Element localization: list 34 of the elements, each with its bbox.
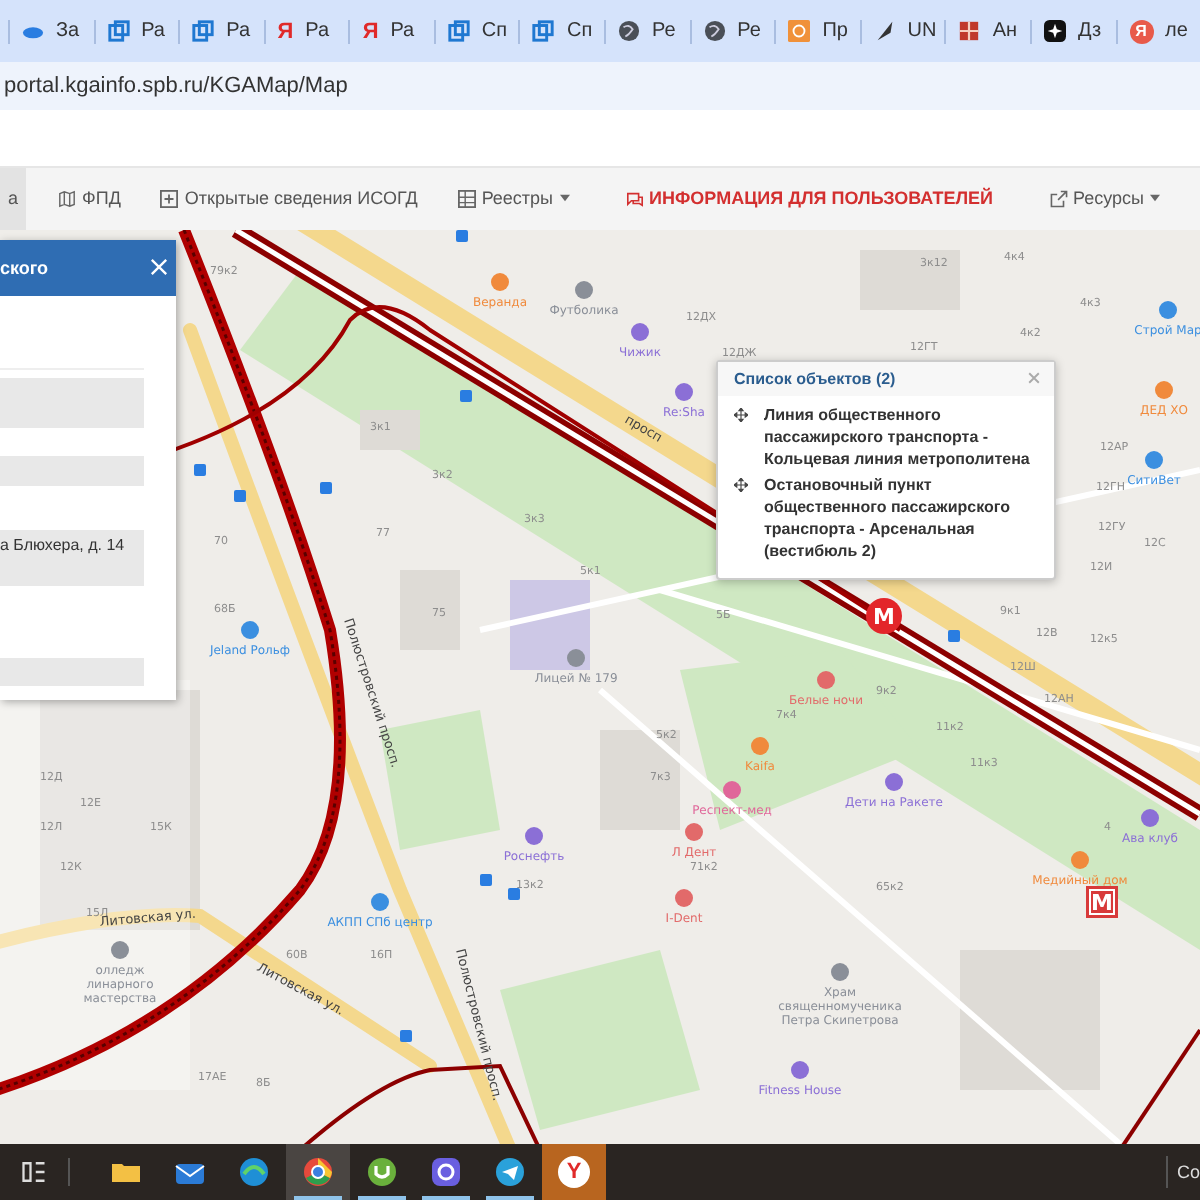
- browser-tab[interactable]: Ан: [944, 19, 1030, 44]
- text-field[interactable]: а Блюхера, д. 14: [0, 529, 144, 586]
- browser-tab[interactable]: Ре: [604, 19, 690, 44]
- browser-tab[interactable]: Я Ра: [263, 19, 349, 44]
- browser-tab[interactable]: UN: [859, 19, 945, 44]
- browser-tab[interactable]: За: [8, 19, 94, 44]
- browser-tab[interactable]: Ра: [93, 19, 179, 44]
- browser-tab[interactable]: Сп: [518, 19, 605, 44]
- browser-tab[interactable]: Дз: [1029, 19, 1116, 44]
- panel-title: ского: [0, 257, 49, 278]
- nav-tab[interactable]: Реестры: [449, 167, 578, 230]
- browser-tab[interactable]: Сп: [433, 19, 519, 44]
- taskbar-app[interactable]: Y: [542, 1143, 606, 1200]
- browser-tab[interactable]: Ре: [689, 19, 775, 44]
- metro-marker[interactable]: M: [1086, 885, 1118, 918]
- letter-icon: Я: [362, 19, 379, 44]
- letter-icon: Я: [1129, 19, 1154, 44]
- browser-tab[interactable]: Я ле: [1115, 19, 1200, 44]
- browser-tab[interactable]: Ра: [178, 19, 264, 44]
- object-name[interactable]: Остановочный пункт общественного пассажирского транспорта - Арсенальная (вестибюль 2): [764, 473, 1042, 562]
- nav-tab[interactable]: Открытые сведения ИСОГД: [152, 167, 426, 230]
- browser-tab[interactable]: Пр: [774, 19, 860, 44]
- metro-marker[interactable]: M: [866, 597, 902, 634]
- letter-icon: Y: [558, 1155, 590, 1188]
- browser-tab[interactable]: Я Ра: [348, 19, 434, 44]
- nav-tab[interactable]: а: [0, 167, 27, 230]
- nav-tab[interactable]: ИНФОРМАЦИЯ ДЛЯ ПОЛЬЗОВАТЕЛЕЙ: [617, 167, 1001, 230]
- popup-title: Список объектов (2): [734, 369, 896, 388]
- nav-tab[interactable]: Ресурсы: [1041, 167, 1168, 230]
- nav-tab[interactable]: ФПД: [50, 167, 129, 230]
- object-name[interactable]: Линия общественного пассажирского транспорта - Кольцевая линия метрополитена: [764, 403, 1042, 470]
- letter-icon: Я: [277, 19, 294, 44]
- address-bar[interactable]: portal.kgainfo.spb.ru/KGAMap/Map: [0, 73, 348, 98]
- tray-text: Co: [1176, 1161, 1200, 1182]
